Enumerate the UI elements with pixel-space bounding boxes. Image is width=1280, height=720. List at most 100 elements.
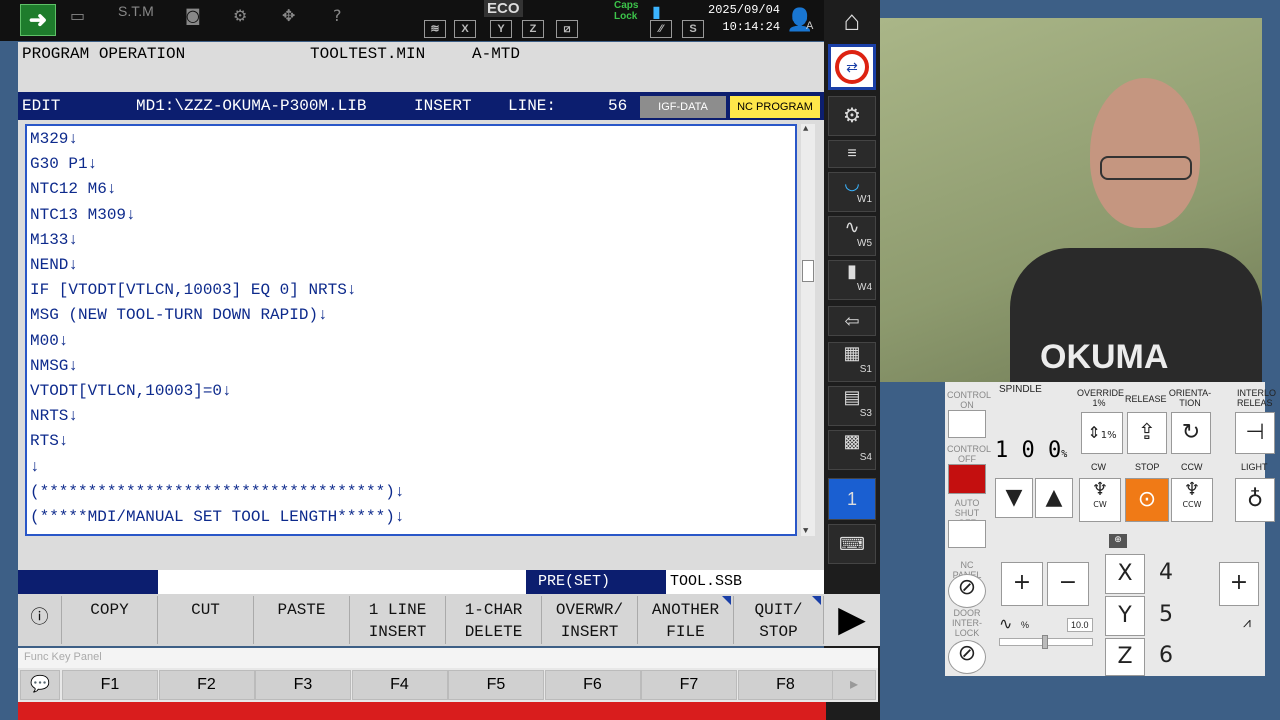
spindle-ccw-button[interactable]: ♆ CCW [1171, 478, 1213, 522]
code-line[interactable]: VTODT[VTLCN,10003]=0↓ [30, 382, 232, 400]
code-editor[interactable]: M329↓ G30 P1↓ NTC12 M6↓ NTC13 M309↓ M133↓ NEN… [25, 124, 797, 536]
screen-s1-button[interactable]: ▦ S1 [828, 342, 876, 382]
num-5-button[interactable]: 5 [1147, 596, 1185, 636]
stm-button[interactable]: S.T.M [118, 3, 154, 19]
axis-y-button[interactable]: Y [1105, 596, 1145, 636]
code-line[interactable]: M133↓ [30, 231, 78, 249]
move-icon[interactable]: ✥ [282, 6, 295, 25]
orientation-icon: ↻ [1181, 420, 1201, 445]
function-key-5[interactable]: 1-CHAR DELETE [446, 596, 542, 644]
function-key-6[interactable]: OVERWR/INSERT [542, 596, 638, 644]
feed-slider-thumb[interactable] [1042, 635, 1048, 649]
auto-shutoff-button[interactable] [948, 520, 986, 548]
back-icon[interactable]: ⇦ [828, 306, 876, 336]
interlock-release-button[interactable]: ⊣ [1235, 412, 1275, 454]
window-w4-button[interactable]: ▮ W4 [828, 260, 876, 300]
scroll-up-icon[interactable]: ▲ [803, 124, 808, 134]
window-w1-button[interactable]: ◡ W1 [828, 172, 876, 212]
panel-arrow-icon[interactable]: ▸ [832, 670, 876, 700]
function-key-3[interactable]: PASTE [254, 596, 350, 644]
machine-lock-icon: ⧄ [556, 20, 578, 38]
help-icon[interactable]: ? [333, 6, 342, 25]
code-line[interactable]: (************************************)↓ [30, 483, 404, 501]
function-key-1[interactable]: COPY [62, 596, 158, 644]
code-line[interactable]: NMSG↓ [30, 357, 78, 375]
function-key-8[interactable]: QUIT/STOP [734, 596, 824, 644]
monitor-icon[interactable]: ▭ [70, 6, 85, 25]
num-4-button[interactable]: 4 [1147, 554, 1185, 594]
code-line[interactable]: RTS↓ [30, 432, 68, 450]
nc-panel-key-icon[interactable]: ⊘ [948, 574, 986, 608]
fkey-f7[interactable]: F7 [641, 670, 737, 700]
camera-icon[interactable]: ◙ [185, 6, 201, 25]
info-icon[interactable]: ⓘ [18, 596, 62, 644]
axis-x-button[interactable]: X [1105, 554, 1145, 594]
feed-slider[interactable] [999, 635, 1093, 649]
submenu-corner-icon [722, 596, 731, 605]
control-off-button[interactable] [948, 464, 986, 494]
code-line[interactable]: M329↓ [30, 130, 78, 148]
spindle-cw-button[interactable]: ♆ CW [1079, 478, 1121, 522]
code-line[interactable]: NTC13 M309↓ [30, 206, 136, 224]
release-button[interactable]: ⇪ [1127, 412, 1167, 454]
window-w5-button[interactable]: ∿ W5 [828, 216, 876, 256]
code-line[interactable]: G30 P1↓ [30, 155, 97, 173]
screen-s4-button[interactable]: ▩ S4 [828, 430, 876, 470]
code-line[interactable]: IF [VTODT[VTLCN,10003] EQ 0] NRTS↓ [30, 281, 356, 299]
control-on-button[interactable] [948, 410, 986, 438]
settings-icon[interactable]: ⚙ [828, 96, 876, 136]
code-line[interactable]: M00↓ [30, 332, 68, 350]
code-line[interactable]: NEND↓ [30, 256, 78, 274]
code-line[interactable]: ↓ [30, 458, 40, 476]
gear-icon[interactable]: ⚙ [233, 6, 247, 25]
calc-icon: ▤ [843, 387, 861, 407]
page-1-button[interactable]: 1 [828, 478, 876, 520]
toggle-icon[interactable]: ≡ [828, 140, 876, 168]
editor-area: M329↓ G30 P1↓ NTC12 M6↓ NTC13 M309↓ M133↓ NEN… [18, 120, 824, 540]
scrollbar[interactable]: ▲ ▼ [801, 124, 815, 536]
tab-nc-program[interactable]: NC PROGRAM [730, 96, 820, 118]
keyboard-icon[interactable]: ⌨ [828, 524, 876, 564]
code-line[interactable]: (*****MDI/MANUAL SET TOOL LENGTH*****)↓ [30, 508, 404, 526]
tab-igf-data[interactable]: IGF-DATA [640, 96, 726, 118]
spindle-stop-button[interactable]: ⊙ [1125, 478, 1169, 522]
scroll-down-icon[interactable]: ▼ [803, 526, 808, 536]
code-line[interactable]: NTC12 M6↓ [30, 180, 116, 198]
screen-s3-button[interactable]: ▤ S3 [828, 386, 876, 426]
z-lock-icon: Z [522, 20, 544, 38]
fkey-f4[interactable]: F4 [351, 670, 448, 700]
chat-icon[interactable]: 💬 [20, 670, 60, 700]
no-transfer-icon[interactable]: ⇄ [828, 44, 876, 90]
spindle-stop-icon: ⊙ [1137, 487, 1157, 512]
operation-mode: PROGRAM OPERATION [22, 45, 186, 63]
scroll-thumb[interactable] [802, 260, 814, 282]
spindle-down-button[interactable]: ▼ [995, 478, 1033, 518]
axis-z-button[interactable]: Z [1105, 638, 1145, 676]
home-arrow-icon[interactable]: ➜ [20, 4, 56, 36]
code-line[interactable]: NRTS↓ [30, 407, 78, 425]
submenu-corner-icon [812, 596, 821, 605]
next-page-button[interactable]: ▶ [824, 594, 880, 646]
function-key-7[interactable]: ANOTHER FILE [638, 596, 734, 644]
function-key-4[interactable]: 1 LINE INSERT [350, 596, 446, 644]
spindle-up-button[interactable]: ▲ [1035, 478, 1073, 518]
home-icon[interactable]: ⌂ [828, 2, 876, 42]
door-interlock-key-icon[interactable]: ⊘ [948, 640, 986, 674]
fkey-f5[interactable]: F5 [448, 670, 544, 700]
orientation-button[interactable]: ↻ [1171, 412, 1211, 454]
jog-plus-button[interactable]: + [1001, 562, 1043, 606]
override-1pct-button[interactable]: ⇕1% [1081, 412, 1123, 454]
function-key-label: 1 LINE [368, 601, 427, 619]
fkey-f1[interactable]: F1 [62, 670, 158, 700]
code-line[interactable]: MSG (NEW TOOL-TURN DOWN RAPID)↓ [30, 306, 328, 324]
jog-plus-right-button[interactable]: + [1219, 562, 1259, 606]
spindle-label: SPINDLE [999, 384, 1042, 395]
function-key-2[interactable]: CUT [158, 596, 254, 644]
fkey-f6[interactable]: F6 [544, 670, 641, 700]
light-button[interactable]: ♁ [1235, 478, 1275, 522]
fkey-f8[interactable]: F8 [737, 670, 834, 700]
jog-minus-button[interactable]: − [1047, 562, 1089, 606]
num-6-button[interactable]: 6 [1147, 638, 1185, 676]
fkey-f3[interactable]: F3 [255, 670, 351, 700]
fkey-f2[interactable]: F2 [158, 670, 255, 700]
